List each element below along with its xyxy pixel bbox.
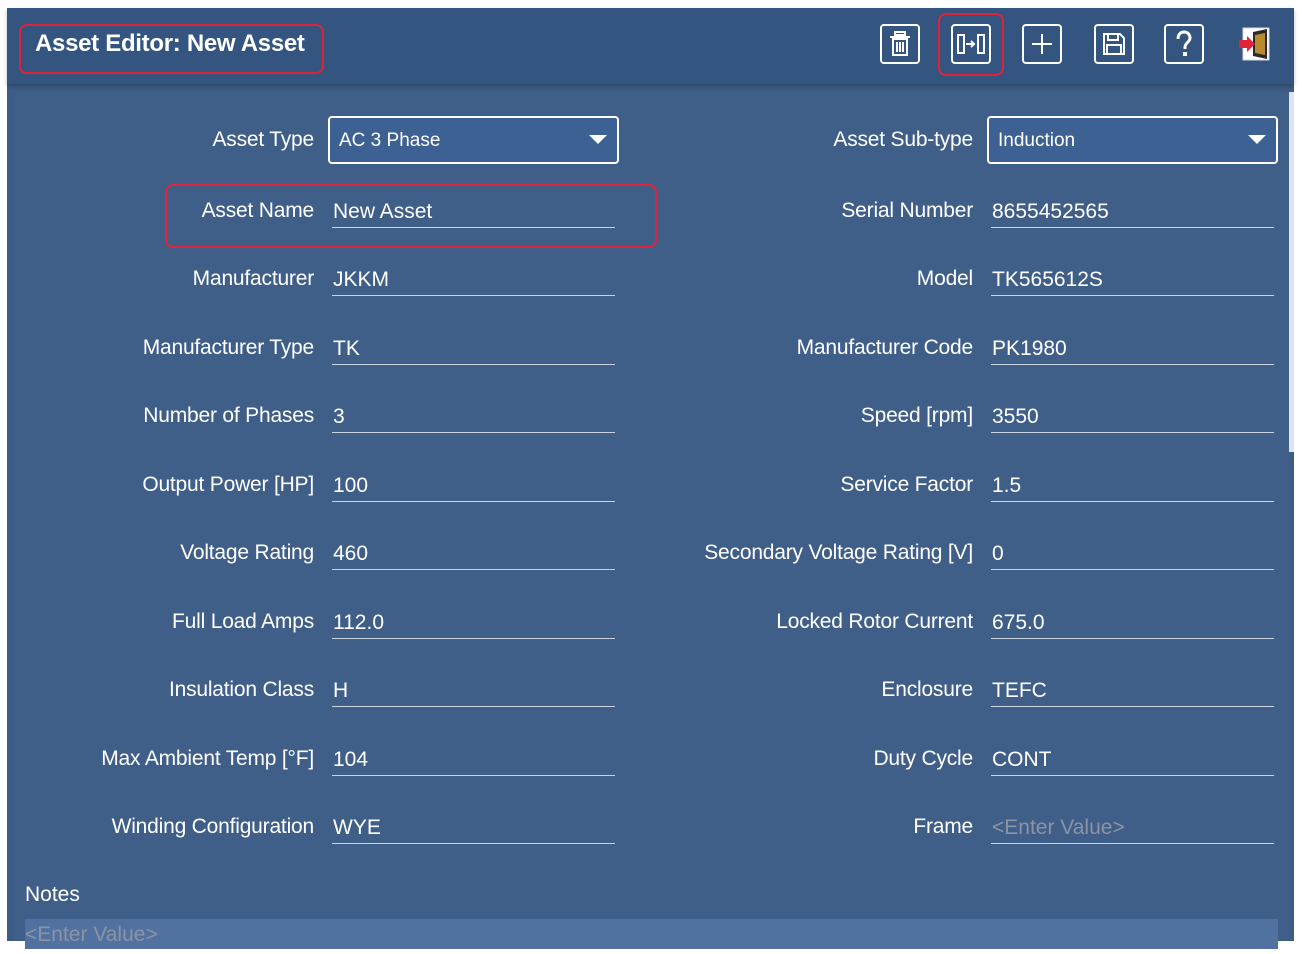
notes-label: Notes: [25, 883, 80, 906]
winding-configuration-input[interactable]: [332, 812, 615, 843]
enclosure-field[interactable]: [991, 675, 1274, 707]
speed-field[interactable]: [991, 401, 1274, 433]
number-of-phases-label: Number of Phases: [143, 404, 314, 427]
locked-rotor-current-field[interactable]: [991, 607, 1274, 639]
full-load-amps-input[interactable]: [332, 607, 615, 638]
manufacturer-type-label: Manufacturer Type: [142, 336, 315, 359]
asset-subtype-value: Induction: [998, 130, 1076, 151]
max-ambient-temp-field[interactable]: [332, 744, 615, 776]
voltage-rating-input[interactable]: [332, 538, 615, 569]
output-power-label: Output Power [HP]: [142, 473, 314, 496]
max-ambient-temp-label: Max Ambient Temp [°F]: [101, 747, 314, 770]
insulation-class-label: Insulation Class: [168, 678, 314, 701]
asset-type-select[interactable]: AC 3 Phase: [328, 116, 619, 164]
locked-rotor-current-label: Locked Rotor Current: [776, 610, 973, 633]
export-button[interactable]: [951, 24, 991, 64]
enclosure-label: Enclosure: [881, 678, 973, 701]
page-title: Asset Editor: New Asset: [35, 30, 305, 57]
trash-icon: [890, 31, 910, 56]
manufacturer-input[interactable]: [332, 264, 615, 295]
asset-type-value: AC 3 Phase: [339, 130, 441, 151]
full-load-amps-label: Full Load Amps: [172, 610, 314, 633]
insulation-class-field[interactable]: [332, 675, 615, 707]
output-power-input[interactable]: [332, 470, 615, 501]
winding-configuration-field[interactable]: [332, 812, 615, 844]
manufacturer-field[interactable]: [332, 264, 615, 296]
notes-field[interactable]: [25, 919, 1278, 949]
asset-name-input[interactable]: [332, 196, 615, 227]
frame-input[interactable]: [991, 812, 1274, 843]
serial-number-input[interactable]: [991, 196, 1274, 227]
enclosure-input[interactable]: [991, 675, 1274, 706]
manufacturer-type-input[interactable]: [332, 333, 615, 364]
save-button[interactable]: [1094, 24, 1134, 64]
secondary-voltage-rating-field[interactable]: [991, 538, 1274, 570]
asset-type-label: Asset Type: [212, 128, 314, 151]
exit-button[interactable]: [1235, 24, 1275, 64]
insulation-class-input[interactable]: [332, 675, 615, 706]
service-factor-field[interactable]: [991, 470, 1274, 502]
chevron-down-icon: [589, 135, 607, 144]
number-of-phases-field[interactable]: [332, 401, 615, 433]
number-of-phases-input[interactable]: [332, 401, 615, 432]
header-bar: Asset Editor: New Asset: [7, 8, 1294, 84]
help-icon: [1176, 30, 1192, 56]
save-icon: [1103, 33, 1125, 55]
voltage-rating-field[interactable]: [332, 538, 615, 570]
model-label: Model: [916, 267, 973, 290]
voltage-rating-label: Voltage Rating: [180, 541, 314, 564]
duty-cycle-field[interactable]: [991, 744, 1274, 776]
service-factor-label: Service Factor: [840, 473, 973, 496]
output-power-field[interactable]: [332, 470, 615, 502]
serial-number-field[interactable]: [991, 196, 1274, 228]
scrollbar[interactable]: [1289, 92, 1294, 452]
max-ambient-temp-input[interactable]: [332, 744, 615, 775]
chevron-down-icon: [1248, 135, 1266, 144]
add-button[interactable]: [1022, 24, 1062, 64]
duty-cycle-label: Duty Cycle: [873, 747, 973, 770]
manufacturer-type-field[interactable]: [332, 333, 615, 365]
secondary-voltage-rating-label: Secondary Voltage Rating [V]: [704, 541, 973, 564]
speed-input[interactable]: [991, 401, 1274, 432]
delete-button[interactable]: [880, 24, 920, 64]
model-field[interactable]: [991, 264, 1274, 296]
model-input[interactable]: [991, 264, 1274, 295]
plus-icon: [1032, 34, 1052, 54]
speed-label: Speed [rpm]: [860, 404, 973, 427]
manufacturer-label: Manufacturer: [192, 267, 315, 290]
frame-label: Frame: [913, 815, 973, 838]
manufacturer-code-label: Manufacturer Code: [796, 336, 974, 359]
export-icon: [957, 34, 985, 54]
manufacturer-code-input[interactable]: [991, 333, 1274, 364]
help-button[interactable]: [1164, 24, 1204, 64]
service-factor-input[interactable]: [991, 470, 1274, 501]
asset-subtype-label: Asset Sub-type: [833, 128, 973, 151]
locked-rotor-current-input[interactable]: [991, 607, 1274, 638]
asset-name-field[interactable]: [332, 196, 615, 228]
frame-field[interactable]: [991, 812, 1274, 844]
serial-number-label: Serial Number: [841, 199, 973, 222]
secondary-voltage-rating-input[interactable]: [991, 538, 1274, 569]
full-load-amps-field[interactable]: [332, 607, 615, 639]
asset-subtype-select[interactable]: Induction: [987, 116, 1278, 164]
notes-input[interactable]: [25, 919, 1278, 949]
asset-editor-window: Asset Editor: New Asset Asset Type AC 3 …: [7, 8, 1294, 949]
duty-cycle-input[interactable]: [991, 744, 1274, 775]
asset-name-label: Asset Name: [201, 199, 315, 222]
exit-icon: [1239, 27, 1270, 61]
winding-configuration-label: Winding Configuration: [111, 815, 315, 838]
manufacturer-code-field[interactable]: [991, 333, 1274, 365]
